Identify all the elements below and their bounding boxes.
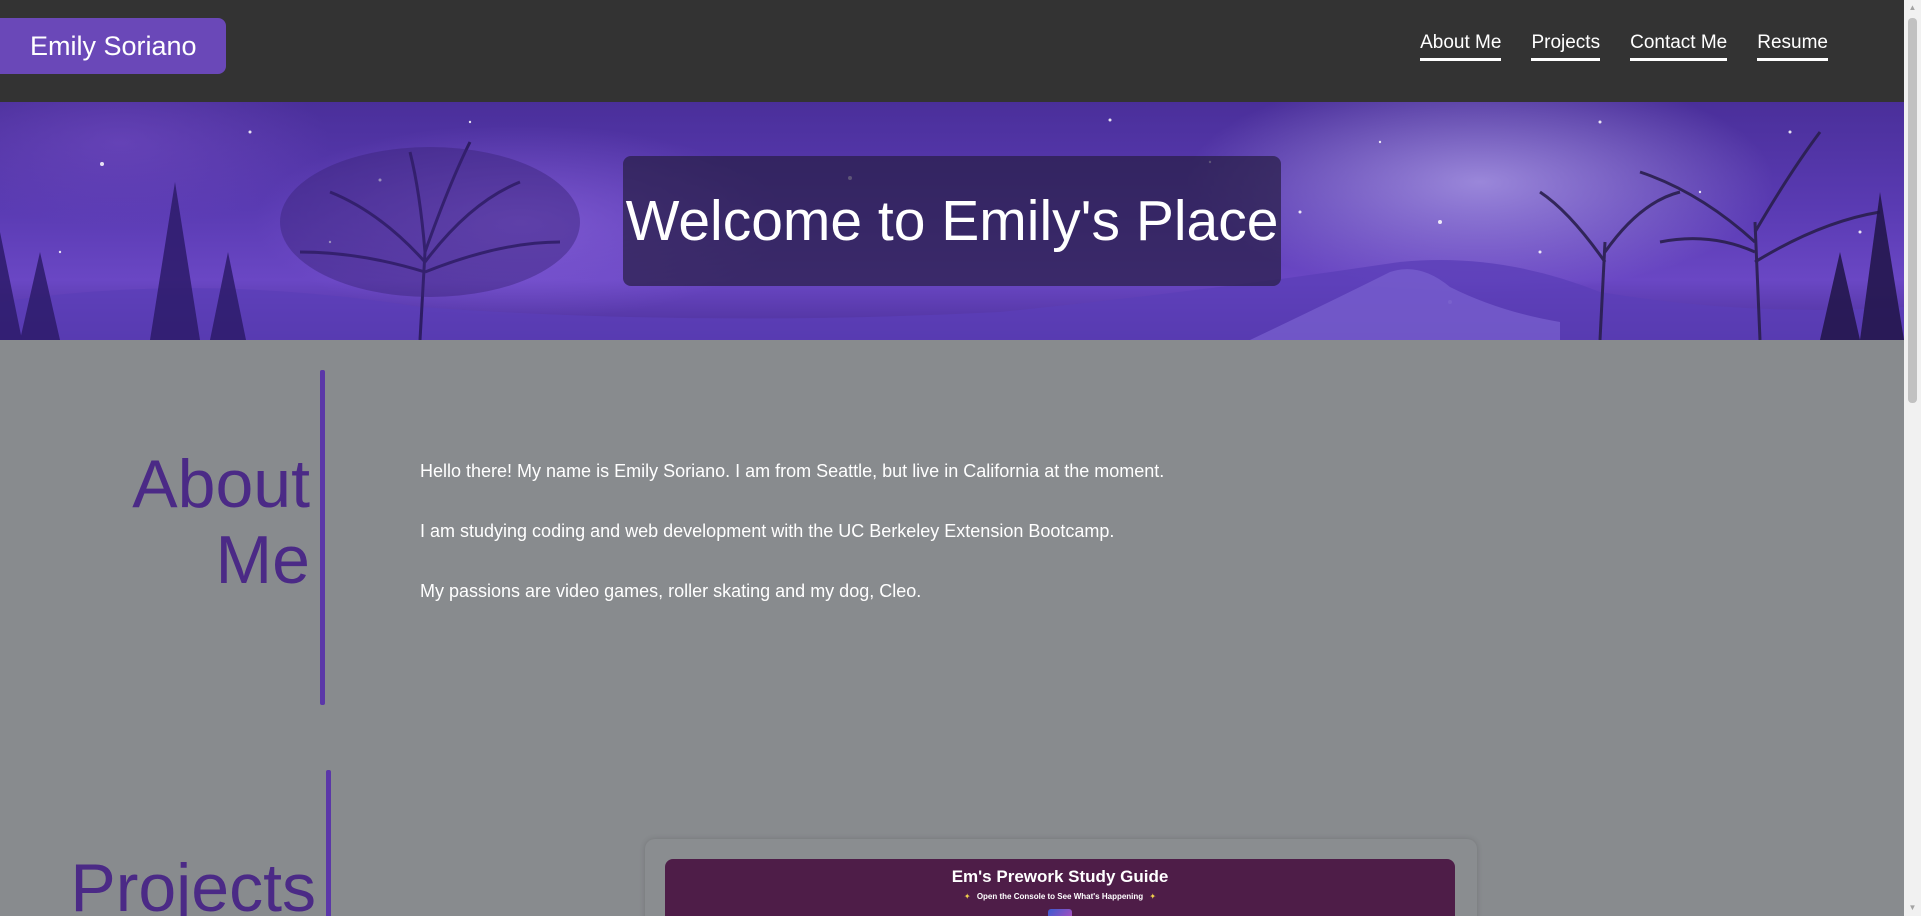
about-content: Hello there! My name is Emily Soriano. I… [420, 459, 1164, 639]
project-card-preview[interactable]: Em's Prework Study Guide ✦ Open the Cons… [665, 859, 1455, 916]
about-divider [320, 370, 325, 705]
hero-banner: Welcome to Emily's Place [0, 102, 1904, 340]
hero-title: Welcome to Emily's Place [623, 156, 1281, 286]
project-card-title: Em's Prework Study Guide [951, 867, 1169, 886]
nav-projects[interactable]: Projects [1531, 31, 1601, 61]
projects-divider [326, 770, 331, 916]
star-icon: ✦ [963, 892, 971, 901]
star-icon: ✦ [1149, 892, 1157, 901]
about-paragraph: My passions are video games, roller skat… [420, 581, 922, 601]
nav-resume[interactable]: Resume [1757, 31, 1828, 61]
about-heading-line2: Me [215, 522, 310, 598]
project-card-subtitle: ✦ Open the Console to See What's Happeni… [665, 892, 1455, 901]
project-thumbnail-image [1048, 909, 1072, 916]
about-paragraph: I am studying coding and web development… [420, 521, 1115, 541]
main-nav: About Me Projects Contact Me Resume [1390, 0, 1828, 102]
about-heading-line1: About [132, 446, 310, 522]
project-card[interactable]: Em's Prework Study Guide ✦ Open the Cons… [645, 839, 1477, 916]
nav-contact-me[interactable]: Contact Me [1630, 31, 1728, 61]
vertical-scrollbar[interactable]: ▲ ▼ [1904, 0, 1921, 916]
brand-name[interactable]: Emily Soriano [0, 18, 226, 74]
about-heading: About Me [100, 446, 310, 598]
scroll-up-arrow-icon[interactable]: ▲ [1908, 3, 1917, 12]
projects-heading: Projects [70, 850, 316, 916]
scrollbar-thumb[interactable] [1908, 18, 1917, 403]
page: Emily Soriano About Me Projects Contact … [0, 0, 1904, 916]
scroll-down-arrow-icon[interactable]: ▼ [1908, 903, 1917, 912]
about-paragraph: Hello there! My name is Emily Soriano. I… [420, 461, 1165, 481]
site-header: Emily Soriano About Me Projects Contact … [0, 0, 1904, 102]
nav-about-me[interactable]: About Me [1420, 31, 1502, 61]
project-card-subtitle-text: Open the Console to See What's Happening [976, 892, 1144, 901]
